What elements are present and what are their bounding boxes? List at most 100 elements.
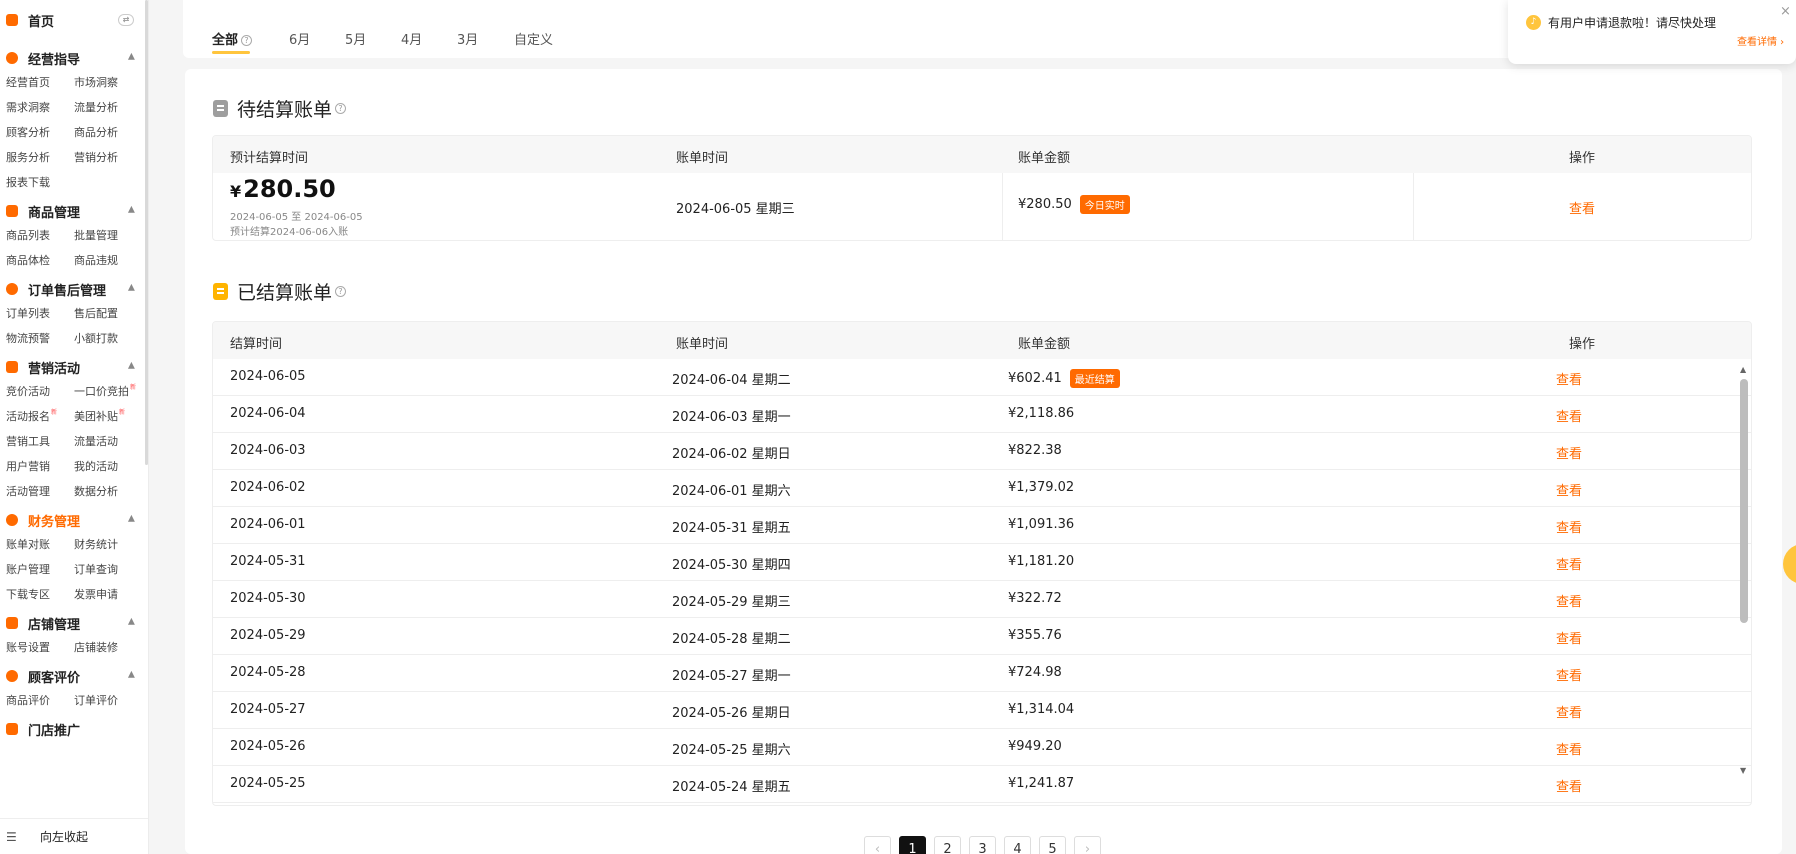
sidebar-item[interactable]: 流量分析 [74, 95, 142, 120]
view-button[interactable]: 查看 [1556, 628, 1582, 647]
sidebar-group-header[interactable]: 订单售后管理 ▼ [0, 277, 148, 301]
page-2-button[interactable]: 2 [934, 836, 961, 854]
help-icon[interactable]: ? [335, 286, 347, 297]
sidebar-item[interactable]: 经营首页 [6, 70, 74, 95]
view-button[interactable]: 查看 [1556, 776, 1582, 795]
page-3-button[interactable]: 3 [969, 836, 996, 854]
sidebar-group-label: 财务管理 [28, 514, 81, 530]
page-4-button[interactable]: 4 [1004, 836, 1031, 854]
sidebar-item[interactable]: 市场洞察 [74, 70, 142, 95]
prev-page-button[interactable]: ‹ [864, 836, 891, 854]
floating-assistant-button[interactable] [1783, 544, 1796, 584]
help-icon[interactable]: ? [335, 103, 347, 114]
switch-icon[interactable]: ⇄ [118, 14, 134, 26]
view-button[interactable]: 查看 [1556, 406, 1582, 425]
view-button[interactable]: 查看 [1556, 517, 1582, 536]
tab-april[interactable]: 4月 [401, 29, 422, 48]
sidebar-item[interactable]: 订单评价 [74, 688, 142, 713]
sidebar-item[interactable]: 营销工具 [6, 429, 74, 454]
next-page-button[interactable]: › [1074, 836, 1101, 854]
sidebar-item[interactable]: 服务分析 [6, 145, 74, 170]
sidebar-item[interactable]: 物流预警 [6, 326, 74, 351]
view-button[interactable]: 查看 [1556, 369, 1582, 388]
tab-may[interactable]: 5月 [345, 29, 366, 48]
sidebar-item[interactable]: 财务统计 [74, 532, 142, 557]
view-button[interactable]: 查看 [1556, 739, 1582, 758]
sidebar-item[interactable]: 小额打款 [74, 326, 142, 351]
sidebar-group-header[interactable]: 店铺管理 ▼ [0, 611, 148, 635]
page-1-button[interactable]: 1 [899, 836, 926, 854]
sidebar-group-header[interactable]: 门店推广 [0, 717, 148, 741]
sidebar-item[interactable]: 用户营销 [6, 454, 74, 479]
scroll-up-icon[interactable]: ▲ [1740, 365, 1746, 374]
sidebar-item[interactable]: 账单对账 [6, 532, 74, 557]
sidebar-item[interactable]: 流量活动 [74, 429, 142, 454]
sidebar-item[interactable]: 美团补贴新 [74, 404, 142, 429]
tab-june[interactable]: 6月 [289, 29, 310, 48]
settle-date: 2024-06-02 [230, 480, 306, 495]
sidebar-item[interactable]: 活动报名新 [6, 404, 74, 429]
sidebar-item[interactable]: 数据分析 [74, 479, 142, 504]
sidebar-item[interactable]: 活动管理 [6, 479, 74, 504]
tab-all[interactable]: 全部? [212, 29, 253, 54]
table-scrollbar[interactable]: ▲ ▼ [1740, 365, 1748, 775]
sidebar-item[interactable]: 商品评价 [6, 688, 74, 713]
view-button[interactable]: 查看 [1556, 702, 1582, 721]
page-5-button[interactable]: 5 [1039, 836, 1066, 854]
sidebar-group-header[interactable]: 财务管理 ▼ [0, 508, 148, 532]
bill-time: 2024-05-24 星期五 [672, 776, 791, 795]
sidebar-item[interactable]: 订单查询 [74, 557, 142, 582]
sidebar-group-header[interactable]: 营销活动 ▼ [0, 355, 148, 379]
view-button[interactable]: 查看 [1556, 591, 1582, 610]
sidebar-item-label: 流量活动 [74, 435, 118, 448]
sidebar-item[interactable]: 顾客分析 [6, 120, 74, 145]
sidebar-item[interactable]: 订单列表 [6, 301, 74, 326]
view-button-text: 查看 [1556, 484, 1583, 499]
tab-custom[interactable]: 自定义 [514, 29, 553, 48]
view-button[interactable]: 查看 [1569, 198, 1595, 217]
scrollbar-thumb[interactable] [1740, 379, 1748, 623]
bill-amount: ¥1,241.87 [1008, 776, 1074, 791]
settle-date-text: 2024-05-31 [230, 554, 306, 569]
view-button-text: 查看 [1556, 743, 1583, 758]
sidebar-item[interactable]: 账户管理 [6, 557, 74, 582]
notification-detail-link[interactable]: 查看详情 › [1737, 33, 1784, 48]
view-button[interactable]: 查看 [1556, 480, 1582, 499]
sidebar-group-header[interactable]: 商品管理 ▼ [0, 199, 148, 223]
sidebar-group-header[interactable]: 顾客评价 ▼ [0, 664, 148, 688]
sidebar-item[interactable]: 报表下载 [6, 170, 74, 195]
sidebar-item[interactable]: 商品违规 [74, 248, 142, 273]
sidebar-item[interactable]: 商品列表 [6, 223, 74, 248]
sidebar-collapse-button[interactable]: ☰ 向左收起 [0, 818, 148, 854]
view-button[interactable]: 查看 [1556, 443, 1582, 462]
help-icon[interactable]: ? [241, 35, 253, 46]
sidebar-item[interactable]: 批量管理 [74, 223, 142, 248]
sidebar-item[interactable]: 一口价竞拍新 [74, 379, 142, 404]
sidebar-item[interactable]: 售后配置 [74, 301, 142, 326]
sidebar-item[interactable]: 竞价活动 [6, 379, 74, 404]
sidebar-item-label: 账户管理 [6, 563, 50, 576]
scroll-down-icon[interactable]: ▼ [1740, 766, 1746, 775]
sidebar-group-items: 订单列表 售后配置 物流预警 小额打款 [0, 301, 148, 351]
table-row: 2024-05-30 2024-05-29 星期三 ¥322.72 查看 [213, 581, 1751, 618]
sidebar-item[interactable]: 下载专区 [6, 582, 74, 607]
sidebar-item[interactable]: 店铺装修 [74, 635, 142, 660]
pending-amount: ¥280.50 [230, 175, 336, 203]
sidebar-item[interactable]: 需求洞察 [6, 95, 74, 120]
sidebar-item[interactable]: 账号设置 [6, 635, 74, 660]
sidebar-item-label: 营销工具 [6, 435, 50, 448]
bill-amount-text: ¥724.98 [1008, 665, 1062, 680]
sidebar-group-header[interactable]: 经营指导 ▼ [0, 46, 148, 70]
close-icon[interactable]: × [1780, 4, 1791, 19]
view-button[interactable]: 查看 [1556, 554, 1582, 573]
tab-march[interactable]: 3月 [457, 29, 478, 48]
sidebar-item[interactable]: 营销分析 [74, 145, 142, 170]
bill-amount: ¥1,314.04 [1008, 702, 1074, 717]
sidebar-item-label: 活动管理 [6, 485, 50, 498]
view-button[interactable]: 查看 [1556, 665, 1582, 684]
sidebar-item[interactable]: 发票申请 [74, 582, 142, 607]
sidebar-item[interactable]: 我的活动 [74, 454, 142, 479]
sidebar-home[interactable]: 首页 ⇄ [0, 0, 148, 40]
sidebar-item[interactable]: 商品分析 [74, 120, 142, 145]
sidebar-item[interactable]: 商品体检 [6, 248, 74, 273]
